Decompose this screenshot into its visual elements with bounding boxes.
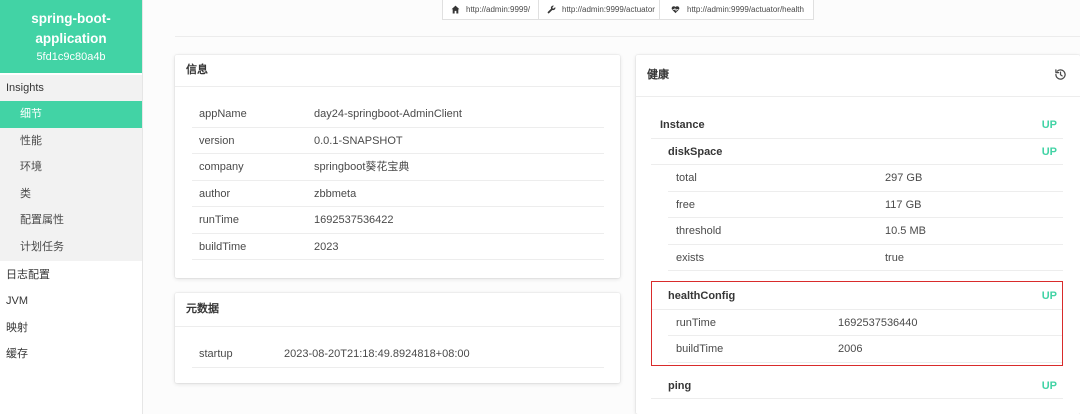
sidebar-item-environment[interactable]: 环境 (0, 154, 142, 181)
info-key: company (199, 161, 244, 173)
metadata-table: startup 2023-08-20T21:18:49.8924818+08:0… (175, 327, 620, 368)
home-icon (451, 5, 460, 14)
detail-value: 117 GB (885, 198, 922, 211)
detail-value: 2006 (838, 343, 863, 355)
detail-key: runTime (676, 316, 716, 329)
component-name: healthConfig (668, 290, 736, 302)
info-row: runTime 1692537536422 (192, 207, 604, 234)
detail-row: buildTime 2006 (668, 336, 1062, 363)
instance-label: Instance (660, 119, 705, 131)
info-value: day24-springboot-AdminClient (314, 108, 462, 120)
detail-value: 297 GB (885, 172, 923, 184)
actuator-url-label: http://admin:9999/actuator (562, 5, 655, 14)
metadata-row: startup 2023-08-20T21:18:49.8924818+08:0… (192, 341, 604, 368)
component-header: healthConfig UP (652, 283, 1062, 310)
divider (175, 36, 1080, 37)
detail-key: buildTime (676, 343, 724, 355)
info-value: springboot葵花宝典 (314, 161, 410, 173)
detail-value: 10.5 MB (885, 225, 926, 237)
info-row: version 0.0.1-SNAPSHOT (192, 128, 604, 154)
detail-key: threshold (676, 225, 722, 237)
detail-key: free (676, 198, 695, 211)
instance-health-row: Instance UP (651, 112, 1063, 139)
info-value: 0.0.1-SNAPSHOT (314, 134, 403, 147)
sidebar-item-caches[interactable]: 缓存 (0, 341, 142, 367)
status-badge: UP (1041, 379, 1057, 392)
home-url-link[interactable]: http://admin:9999/ (443, 0, 539, 19)
info-row: author zbbmeta (192, 181, 604, 207)
health-card-title: 健康 (647, 69, 669, 81)
status-badge: UP (1041, 145, 1057, 158)
instance-id: 5fd1c9c80a4b (36, 51, 106, 63)
info-value: 2023 (314, 240, 339, 253)
detail-row: free 117 GB (668, 192, 1063, 218)
info-value: zbbmeta (314, 187, 357, 200)
sidebar-item-beans[interactable]: 类 (0, 181, 142, 208)
health-details: Instance UP diskSpace UP total 297 GB fr… (636, 97, 1080, 399)
detail-row: threshold 10.5 MB (668, 218, 1063, 245)
metadata-card-title: 元数据 (175, 293, 620, 327)
health-url-link[interactable]: http://admin:9999/actuator/health (660, 0, 813, 19)
detail-key: exists (676, 251, 705, 264)
info-key: runTime (199, 214, 239, 226)
info-table: appName day24-springboot-AdminClient ver… (175, 87, 620, 260)
sidebar-item-mappings[interactable]: 映射 (0, 315, 142, 341)
info-key: version (199, 134, 235, 147)
sidebar-menu: 日志配置 JVM 映射 缓存 (0, 262, 142, 367)
detail-row: runTime 1692537536440 (668, 310, 1062, 336)
component-header: diskSpace UP (651, 139, 1063, 165)
status-badge: UP (1041, 119, 1057, 131)
info-row: buildTime 2023 (192, 234, 604, 260)
detail-row: total 297 GB (668, 165, 1063, 192)
info-card-title: 信息 (175, 55, 620, 87)
health-url-label: http://admin:9999/actuator/health (687, 5, 804, 14)
component-name: ping (668, 379, 692, 392)
metadata-value: 2023-08-20T21:18:49.8924818+08:00 (284, 348, 470, 360)
sidebar-item-configprops[interactable]: 配置属性 (0, 207, 142, 234)
health-component-ping: ping UP (651, 373, 1063, 399)
app-name: spring-boot-application (31, 11, 111, 46)
home-url-label: http://admin:9999/ (466, 5, 531, 14)
health-card: 健康 Instance UP diskSpace UP total 297 GB (636, 55, 1080, 414)
sidebar-item-jvm[interactable]: JVM (0, 288, 142, 314)
insights-group: Insights 细节 性能 环境 类 配置属性 计划任务 (0, 75, 142, 261)
sidebar-item-details[interactable]: 细节 (0, 101, 142, 128)
detail-value: 1692537536440 (838, 316, 918, 329)
app-header[interactable]: spring-boot-application 5fd1c9c80a4b (0, 0, 142, 73)
info-key: buildTime (199, 240, 247, 253)
actuator-url-link[interactable]: http://admin:9999/actuator (539, 0, 660, 19)
info-card: 信息 appName day24-springboot-AdminClient … (175, 55, 620, 278)
status-badge: UP (1041, 290, 1057, 302)
instance-links-bar: http://admin:9999/ http://admin:9999/act… (442, 0, 814, 20)
metadata-card: 元数据 startup 2023-08-20T21:18:49.8924818+… (175, 293, 620, 383)
sidebar: spring-boot-application 5fd1c9c80a4b Ins… (0, 0, 143, 414)
info-key: appName (199, 108, 247, 120)
sidebar-item-insights[interactable]: Insights (0, 75, 142, 101)
health-component-diskspace: diskSpace UP total 297 GB free 117 GB th… (651, 139, 1063, 271)
sidebar-item-loggers[interactable]: 日志配置 (0, 262, 142, 288)
detail-row: exists true (668, 245, 1063, 271)
info-row: company springboot葵花宝典 (192, 154, 604, 181)
metadata-key: startup (199, 348, 233, 360)
detail-key: total (676, 172, 697, 184)
health-card-header: 健康 (636, 55, 1080, 97)
heart-icon (671, 5, 680, 14)
info-value: 1692537536422 (314, 214, 394, 226)
info-row: appName day24-springboot-AdminClient (192, 101, 604, 128)
detail-value: true (885, 251, 904, 264)
component-header: ping UP (651, 373, 1063, 399)
history-icon[interactable] (1054, 68, 1067, 81)
sidebar-item-metrics[interactable]: 性能 (0, 128, 142, 155)
health-component-healthconfig: healthConfig UP runTime 1692537536440 bu… (651, 281, 1063, 366)
component-name: diskSpace (668, 145, 723, 158)
sidebar-item-scheduled-tasks[interactable]: 计划任务 (0, 234, 142, 261)
info-key: author (199, 187, 231, 200)
wrench-icon (547, 5, 556, 14)
